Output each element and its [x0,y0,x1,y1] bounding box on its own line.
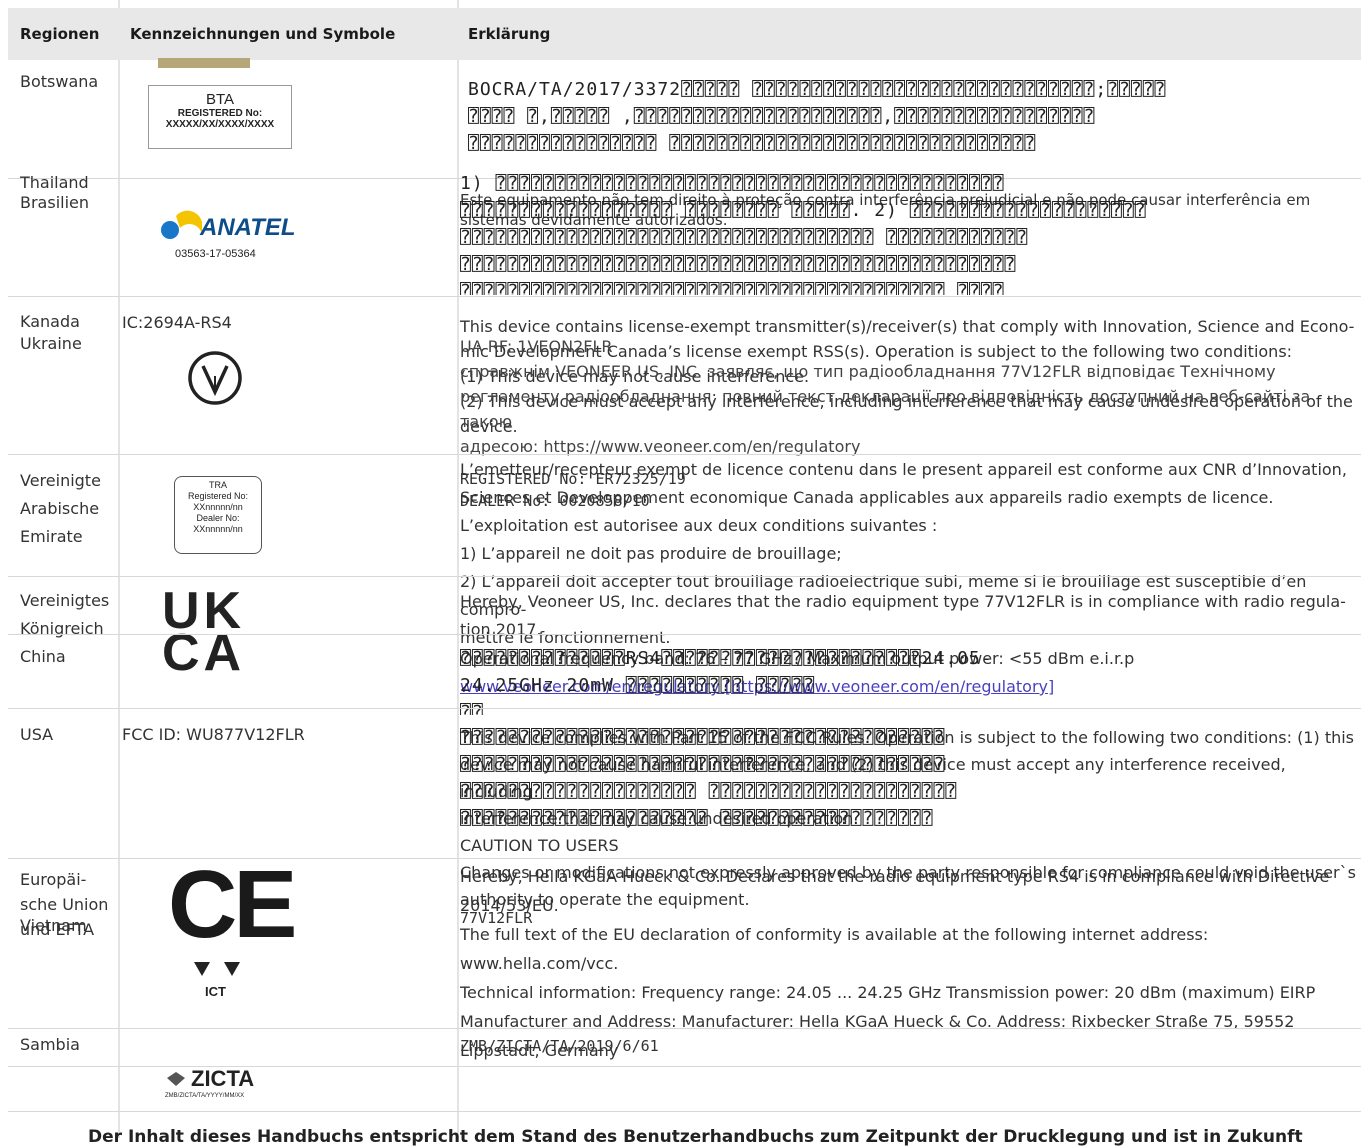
bocra-code: BOCRA/TA/2017/3372 [468,79,682,100]
zicta-emblem-icon [167,1072,185,1086]
fcc-id: FCC ID: WU877V12FLR [122,725,305,744]
explanation-thailand: 1) ⍰⍰⍰⍰⍰⍰⍰⍰⍰⍰⍰⍰⍰⍰⍰⍰⍰⍰⍰⍰⍰⍰⍰⍰⍰⍰⍰⍰⍰⍰⍰⍰⍰⍰⍰⍰⍰… [460,173,1147,295]
logo-fragment [158,58,250,68]
zicta-code: ZMB/ZICTA/TA/2019/6/61 [460,1037,659,1055]
tra-label: TRA Registered No: XXnnnnn/nn Dealer No:… [174,476,262,554]
footer-note: Der Inhalt dieses Handbuchs entspricht d… [88,1127,1303,1147]
region-uae: Vereinigte Arabische Emirate [20,471,101,546]
ce-mark: CE [168,851,297,958]
region-sambia: Sambia [20,1035,80,1054]
anatel-number: 03563-17-05364 [175,248,256,260]
explanation-usa-garbled: ⍰⍰⍰⍰⍰⍰⍰⍰⍰⍰⍰⍰⍰⍰⍰⍰⍰⍰⍰⍰⍰⍰⍰⍰⍰⍰⍰⍰⍰⍰⍰⍰⍰⍰⍰⍰⍰⍰⍰⍰… [460,727,958,829]
header-explanation: Erklärung [468,25,551,43]
ict-label: ICT [205,984,226,999]
header-marks: Kennzeichnungen und Symbole [130,25,396,43]
bta-label: BTA REGISTERED No: XXXXX/XX/XXXX/XXXX [148,85,292,149]
explanation-ukraine: UA RF: 1VEON2FLR справжнім VEONEER US, I… [460,337,1311,456]
region-botswana: Botswana [20,72,99,91]
ukraine-conformity-icon [188,351,242,405]
region-kanada: Kanada Ukraine [20,312,82,353]
header-regions: Regionen [20,25,100,43]
explanation-china-cn: ⍰⍰⍰⍰⍰⍰⍰⍰⍰⍰⍰⍰⍰⍰RS4⍰⍰⍰⍰⍰⍰⍰⍰⍰⍰⍰⍰⍰⍰⍰⍰⍰⍰⍰⍰⍰⍰2… [460,648,993,715]
vietnam-model: 77V12FLR [460,909,533,927]
ict-mark-icon [194,962,240,976]
region-china: China [20,647,66,666]
region-thailand: Thailand Brasilien [20,173,90,212]
region-usa: USA [20,725,54,744]
table-header: Regionen Kennzeichnungen und Symbole Erk… [8,8,1361,60]
region-vietnam: Vietnam [20,916,87,935]
anatel-logo-text: ANATEL [200,214,296,241]
zicta-logo: ZICTA ZMB/ZICTA/TA/YYYY/MM/XX [165,1066,255,1099]
ic-number: IC:2694A-RS4 [122,313,232,332]
